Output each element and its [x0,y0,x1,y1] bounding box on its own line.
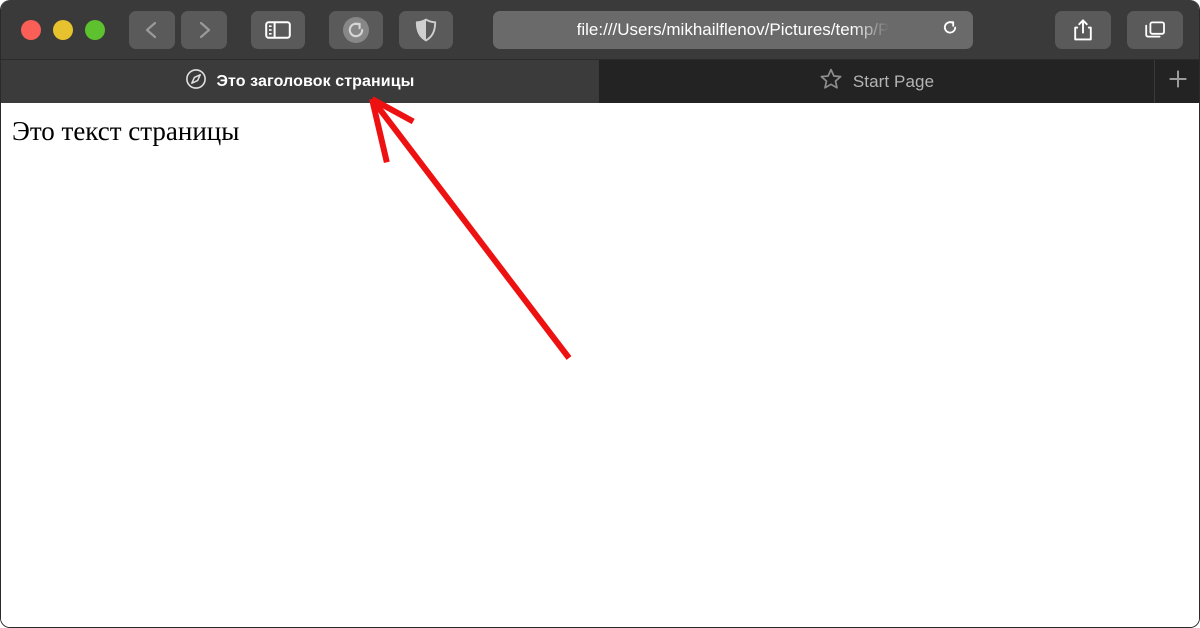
reload-button[interactable] [329,10,383,49]
reload-icon [341,15,371,45]
browser-window: file:///Users/mikhailflenov/Pictures/tem… [0,0,1200,628]
privacy-report-button[interactable] [399,10,453,49]
address-reload-icon[interactable] [939,16,961,43]
sidebar-icon [265,19,291,41]
address-bar[interactable]: file:///Users/mikhailflenov/Pictures/tem… [493,10,973,49]
window-controls [21,19,105,40]
url-text: file:///Users/mikhailflenov/Pictures/tem… [576,19,890,39]
zoom-window-button[interactable] [85,19,105,40]
browser-toolbar: file:///Users/mikhailflenov/Pictures/tem… [1,0,1199,60]
close-window-button[interactable] [21,19,41,40]
shield-icon [415,18,437,42]
minimize-window-button[interactable] [53,19,73,40]
tab-start-page[interactable]: Start Page [598,60,1154,103]
tab-title-active: Это заголовок страницы [216,72,415,90]
forward-button[interactable] [181,10,227,49]
share-button[interactable] [1055,10,1111,49]
share-icon [1072,18,1094,42]
tab-title-inactive: Start Page [852,71,935,91]
tab-page-title[interactable]: Это заголовок страницы [1,60,598,103]
toolbar-right-buttons [1055,10,1183,49]
chevron-right-icon [193,19,215,41]
navigation-buttons [129,10,227,49]
chevron-left-icon [141,19,163,41]
star-icon [819,67,843,96]
compass-icon [185,68,207,95]
tab-overview-icon [1143,19,1167,41]
back-button[interactable] [129,10,175,49]
tab-bar: Это заголовок страницы Start Page [1,60,1199,103]
page-content: Это текст страницы [1,104,1199,627]
tab-overview-button[interactable] [1127,10,1183,49]
new-tab-button[interactable] [1154,60,1199,103]
page-body-text: Это текст страницы [12,116,240,146]
show-sidebar-button[interactable] [251,10,305,49]
plus-icon [1165,66,1191,97]
